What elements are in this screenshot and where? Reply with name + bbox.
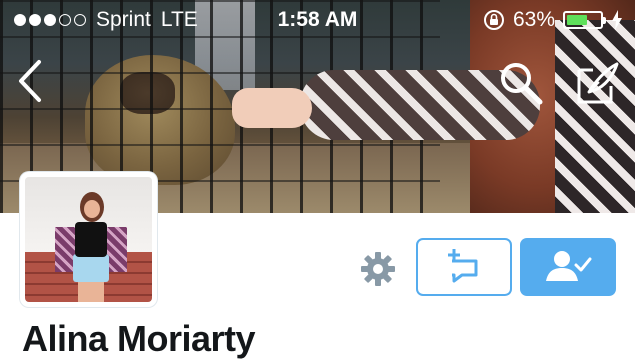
battery-fill: [567, 15, 587, 25]
gear-icon: [361, 252, 395, 286]
battery-tip: [603, 17, 606, 24]
photo-sweater: [555, 20, 635, 213]
avatar-scarf-left: [55, 227, 75, 272]
photo-hand: [232, 88, 312, 128]
battery-percent: 63%: [512, 8, 555, 31]
following-person-icon: [546, 251, 592, 281]
chevron-left-icon: [19, 60, 41, 102]
avatar-person: [55, 192, 127, 302]
battery-icon: [563, 11, 606, 29]
rotation-lock-icon: [483, 10, 504, 30]
avatar-scarf-right: [107, 227, 127, 272]
avatar-legs: [78, 280, 104, 302]
avatar-face: [84, 200, 100, 218]
search-button[interactable]: [498, 60, 544, 111]
compose-button[interactable]: [575, 60, 621, 111]
back-button[interactable]: [15, 58, 45, 109]
add-to-list-icon: [448, 249, 478, 283]
status-right: 63%: [483, 8, 623, 32]
compose-icon: [577, 62, 619, 104]
avatar-shorts: [73, 254, 109, 282]
avatar[interactable]: [20, 172, 157, 307]
avatar-top: [75, 222, 107, 257]
settings-button[interactable]: [360, 251, 396, 287]
profile-name: Alina Moriarty: [22, 318, 256, 359]
status-bar: Sprint LTE 1:58 AM 63%: [0, 0, 635, 40]
following-button[interactable]: [520, 238, 616, 296]
add-to-list-button[interactable]: [416, 238, 512, 296]
charging-bolt-icon: [612, 10, 622, 30]
search-icon: [501, 63, 543, 105]
